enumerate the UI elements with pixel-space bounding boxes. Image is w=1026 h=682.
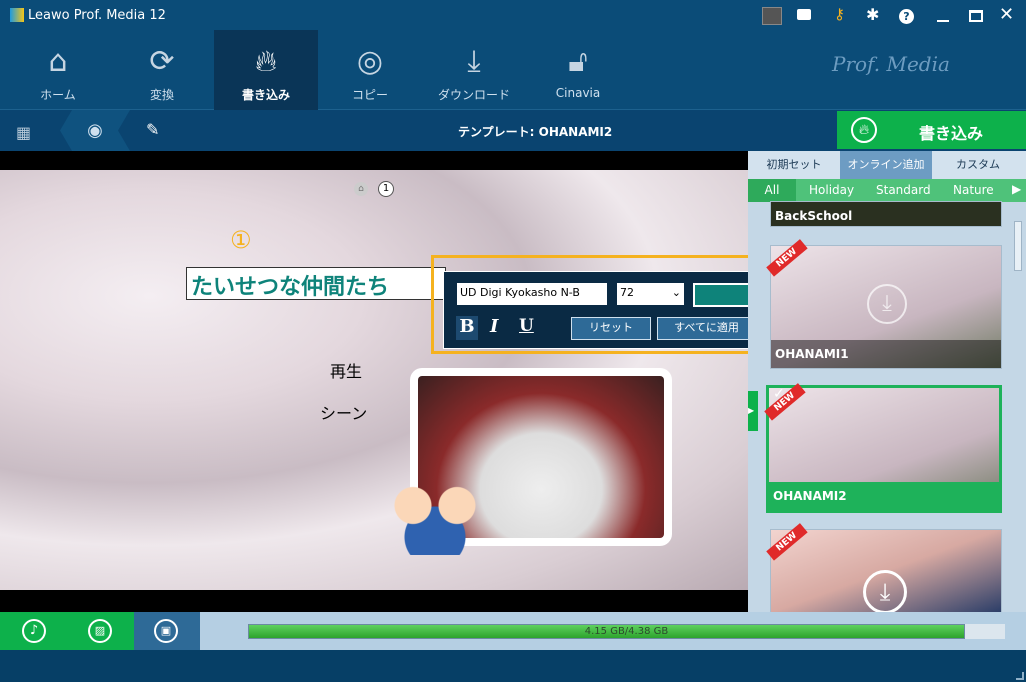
title-text-box[interactable]: たいせつな仲間たち — [186, 267, 446, 300]
template-name: OHANAMI1 — [771, 340, 1001, 368]
scene-button-text[interactable]: シーン — [320, 400, 367, 424]
template-card[interactable]: NEW ⤓ — [766, 523, 1002, 614]
burn-icon: 🔥︎ — [851, 117, 877, 143]
menu-preview-canvas: ⌂ 1 ① たいせつな仲間たち 再生 シーン UD Digi Kyokasho … — [0, 151, 776, 612]
nav-copy[interactable]: ◎ コピー — [318, 30, 422, 110]
nav-label: コピー — [351, 88, 388, 102]
nav-label: Cinavia — [555, 86, 601, 100]
apply-all-button[interactable]: すべてに適用 — [657, 317, 756, 340]
app-logo-icon — [10, 8, 24, 22]
edit-toolbar: ▦ ◉ ✎ テンプレート: OHANAMI2 🔥︎ 書き込み — [0, 110, 1026, 151]
play-button-text[interactable]: 再生 — [330, 358, 362, 382]
page-number[interactable]: 1 — [378, 181, 394, 197]
template-panel: ▶ 初期セット オンライン追加 カスタム All Holiday Standar… — [748, 151, 1026, 614]
minimize-icon[interactable] — [937, 20, 949, 22]
new-badge: NEW — [764, 383, 806, 421]
copy-disc-icon: ◎ — [356, 44, 384, 79]
nav-home[interactable]: ⌂ ホーム — [6, 30, 110, 110]
brand-logo: Prof. Media — [832, 52, 950, 76]
burn-icon: 🔥︎ — [254, 44, 278, 79]
bold-button[interactable]: B — [456, 316, 478, 340]
help-icon[interactable]: ? — [899, 9, 914, 24]
music-icon[interactable]: ♪ — [22, 619, 46, 643]
template-card[interactable]: NEW ⤓ OHANAMI1 — [766, 239, 1002, 369]
nav-label: 変換 — [149, 88, 174, 102]
title-bar: Leawo Prof. Media 12 ⚷ ✱ ? ✕ — [0, 0, 1026, 30]
category-holiday[interactable]: Holiday — [809, 183, 854, 197]
collapse-panel-handle[interactable]: ▶ — [748, 391, 758, 431]
font-size-select[interactable]: 72 ⌄ — [617, 283, 684, 305]
nav-label: ホーム — [40, 88, 76, 102]
tab-presets[interactable]: 初期セット — [748, 151, 840, 179]
kids-illustration — [380, 465, 490, 555]
close-icon[interactable]: ✕ — [999, 4, 1014, 25]
feedback-icon[interactable] — [797, 9, 811, 20]
tab-bar: 初期セット オンライン追加 カスタム — [748, 151, 1026, 179]
title-marker: ① — [230, 226, 252, 254]
font-editor-panel: UD Digi Kyokasho N-B 72 ⌄ B I U リセット すべてに… — [443, 271, 769, 349]
home-breadcrumb-icon[interactable]: ⌂ — [354, 182, 368, 196]
resize-grip-icon[interactable] — [1016, 672, 1024, 680]
burn-button-label: 書き込み — [919, 124, 984, 143]
font-family-select[interactable]: UD Digi Kyokasho N-B — [457, 283, 607, 305]
download-icon[interactable]: ⤓ — [863, 570, 907, 614]
tab-custom[interactable]: カスタム — [932, 151, 1024, 179]
nav-cinavia[interactable]: 🔓︎ Cinavia — [526, 30, 630, 110]
save-disk-icon: ▣ — [154, 619, 178, 643]
template-name: OHANAMI2 — [769, 482, 999, 510]
capacity-text: 4.15 GB/4.38 GB — [584, 626, 669, 637]
convert-icon: ⟳ — [149, 44, 175, 79]
cinavia-icon: 🔓︎ — [568, 44, 588, 79]
italic-button[interactable]: I — [490, 316, 498, 337]
font-family-value: UD Digi Kyokasho N-B — [460, 286, 580, 299]
bottom-bar: ♪ ▨ ▣ 4.15 GB/4.38 GB — [0, 612, 1026, 650]
burn-button[interactable]: 🔥︎ 書き込み — [837, 111, 1026, 149]
nav-burn[interactable]: 🔥︎ 書き込み — [214, 30, 318, 110]
underline-button[interactable]: U — [519, 316, 534, 336]
preview-eye-icon[interactable]: ◉ — [60, 110, 130, 151]
download-icon[interactable]: ⤓ — [867, 284, 907, 324]
gear-icon[interactable]: ✱ — [866, 5, 879, 24]
font-size-value: 72 — [620, 286, 634, 299]
category-nature[interactable]: Nature — [953, 183, 994, 197]
template-label: テンプレート: OHANAMI2 — [458, 125, 613, 139]
key-icon[interactable]: ⚷ — [834, 5, 845, 23]
font-color-swatch[interactable] — [693, 283, 753, 307]
category-standard[interactable]: Standard — [876, 183, 931, 197]
amd-badge-icon — [762, 7, 782, 25]
template-card-selected[interactable]: NEW ✓ OHANAMI2 — [764, 383, 1002, 513]
new-badge: NEW — [766, 239, 808, 277]
edit-pencil-icon[interactable]: ✎ — [146, 120, 159, 139]
save-button[interactable]: ▣ — [134, 612, 200, 650]
capacity-bar: 4.15 GB/4.38 GB — [248, 624, 1005, 639]
background-image: ⌂ 1 ① たいせつな仲間たち 再生 シーン — [0, 170, 748, 590]
reset-button[interactable]: リセット — [571, 317, 651, 340]
template-card[interactable]: BackSchool — [770, 201, 1002, 227]
maximize-icon[interactable] — [969, 10, 983, 22]
media-buttons — [0, 612, 134, 650]
nav-label: 書き込み — [241, 88, 290, 102]
checkmark-icon: ✓ — [773, 386, 785, 402]
category-bar: All Holiday Standard Nature ▶ — [748, 179, 1026, 202]
app-title: Leawo Prof. Media 12 — [28, 8, 166, 23]
panel-scrollbar[interactable] — [1014, 221, 1022, 271]
tab-online[interactable]: オンライン追加 — [840, 151, 932, 179]
main-nav: ⌂ ホーム ⟳ 変換 🔥︎ 書き込み ◎ コピー ⤓ ダウンロード 🔓︎ Cinavia P… — [0, 30, 1026, 110]
nav-convert[interactable]: ⟳ 変換 — [110, 30, 214, 110]
category-all[interactable]: All — [748, 179, 796, 202]
nav-label: ダウンロード — [437, 88, 510, 102]
image-icon[interactable]: ▨ — [88, 619, 112, 643]
template-name: BackSchool — [775, 209, 853, 223]
grid-view-icon[interactable]: ▦ — [16, 123, 31, 142]
scroll-right-icon[interactable]: ▶ — [1012, 182, 1021, 196]
new-badge: NEW — [766, 523, 808, 561]
home-icon: ⌂ — [48, 44, 68, 79]
download-icon: ⤓ — [467, 44, 481, 79]
nav-download[interactable]: ⤓ ダウンロード — [422, 30, 526, 110]
chevron-down-icon: ⌄ — [671, 286, 681, 299]
